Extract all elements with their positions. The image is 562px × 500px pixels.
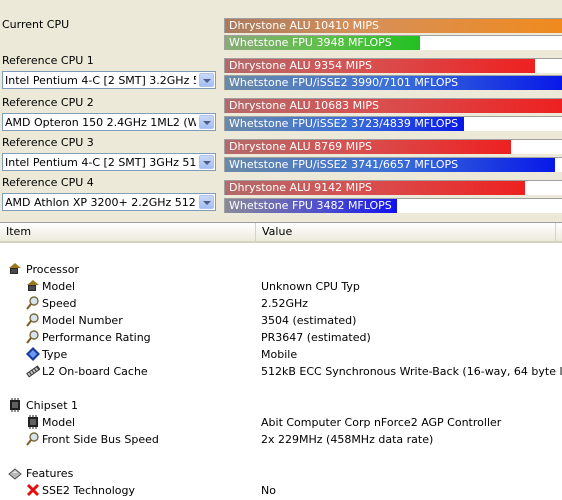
current-alu-bar: Dhrystone ALU 10410 MIPS [224,18,562,33]
ref1-fpu-bar: Whetstone FPU/iSSE2 3990/7101 MFLOPS [224,75,562,90]
dropdown-button[interactable] [199,73,214,87]
ref3-fpu-bar: Whetstone FPU/iSSE2 3741/6657 MFLOPS [224,157,562,172]
bar-label: Dhrystone ALU 9354 MIPS [229,59,372,72]
group-features[interactable]: Features [0,465,562,482]
bar-label: Dhrystone ALU 10683 MIPS [229,99,379,112]
bar-label: Whetstone FPU/iSSE2 3741/6657 MFLOPS [229,158,459,171]
item-name: Type [42,348,68,361]
bar-label: Whetstone FPU/iSSE2 3723/4839 MFLOPS [229,117,459,130]
select-value: AMD Opteron 150 2.4GHz 1ML2 (Win32 [5,116,196,129]
magnifier-icon [26,313,40,327]
select-value: Intel Pentium 4-C [2 SMT] 3.2GHz 512L2 ( [5,74,196,87]
ref4-fpu-bar: Whetstone FPU 3482 MFLOPS [224,198,562,213]
red-x-icon [26,483,40,497]
reference-cpu-3-label: Reference CPU 3 [2,136,94,149]
group-title: Processor [26,263,79,276]
table-row[interactable]: Speed 2.52GHz [0,295,562,312]
ref4-alu-bar: Dhrystone ALU 9142 MIPS [224,180,562,195]
chevron-down-icon [203,121,211,125]
select-value: AMD Athlon XP 3200+ 2.2GHz 512L2 (W [5,196,196,209]
table-row[interactable]: Performance Rating PR3647 (estimated) [0,329,562,346]
table-row[interactable]: Model Unknown CPU Typ [0,278,562,295]
bar-label: Whetstone FPU 3482 MFLOPS [229,199,392,212]
group-processor[interactable]: Processor [0,261,562,278]
item-name: Model Number [42,314,123,327]
magnifier-icon [26,296,40,310]
select-value: Intel Pentium 4-C [2 SMT] 3GHz 512L2 (W [5,156,196,169]
item-name: Front Side Bus Speed [42,433,159,446]
magnifier-icon [26,330,40,344]
current-cpu-label: Current CPU [2,18,70,31]
magnifier-icon [26,432,40,446]
ref2-fpu-bar: Whetstone FPU/iSSE2 3723/4839 MFLOPS [224,116,562,131]
item-value: PR3647 (estimated) [261,331,371,344]
reference-cpu-4-label: Reference CPU 4 [2,176,94,189]
memory-module-icon [26,364,41,378]
item-name: Performance Rating [42,331,151,344]
reference-cpu-3-select[interactable]: Intel Pentium 4-C [2 SMT] 3GHz 512L2 (W [2,153,216,171]
reference-cpu-1-select[interactable]: Intel Pentium 4-C [2 SMT] 3.2GHz 512L2 ( [2,71,216,89]
item-name: Speed [42,297,77,310]
column-header-value[interactable]: Value [256,223,556,241]
table-row[interactable]: Model Number 3504 (estimated) [0,312,562,329]
item-value: 512kB ECC Synchronous Write-Back (16-way… [261,365,562,378]
dropdown-button[interactable] [199,115,214,129]
item-value: 2x 229MHz (458MHz data rate) [261,433,434,446]
cpu-chip-icon [8,262,22,276]
cpu-chip-icon [26,279,40,293]
reference-cpu-4-select[interactable]: AMD Athlon XP 3200+ 2.2GHz 512L2 (W [2,193,216,211]
chipset-icon [26,415,40,429]
group-chipset[interactable]: Chipset 1 [0,397,562,414]
info-diamond-icon [26,347,40,361]
reference-cpu-2-select[interactable]: AMD Opteron 150 2.4GHz 1ML2 (Win32 [2,113,216,131]
reference-cpu-2-label: Reference CPU 2 [2,96,94,109]
table-row[interactable]: Front Side Bus Speed 2x 229MHz (458MHz d… [0,431,562,448]
bar-label: Dhrystone ALU 10410 MIPS [229,19,379,32]
results-list[interactable]: Item Value Processor Model Unknown CPU T… [0,222,562,500]
dropdown-button[interactable] [199,155,214,169]
item-value: No [261,484,276,497]
dropdown-button[interactable] [199,195,214,209]
item-name: Model [42,280,76,293]
features-icon [8,466,22,480]
table-row[interactable]: L2 On-board Cache 512kB ECC Synchronous … [0,363,562,380]
group-title: Features [26,467,74,480]
bar-label: Dhrystone ALU 8769 MIPS [229,140,372,153]
bar-label: Whetstone FPU 3948 MFLOPS [229,36,392,49]
table-row[interactable]: Model Abit Computer Corp nForce2 AGP Con… [0,414,562,431]
column-header-item[interactable]: Item [0,223,256,241]
chevron-down-icon [203,161,211,165]
current-fpu-bar: Whetstone FPU 3948 MFLOPS [224,35,562,50]
item-name: Model [42,416,76,429]
chipset-icon [8,398,22,412]
bar-label: Whetstone FPU/iSSE2 3990/7101 MFLOPS [229,76,459,89]
item-value: 2.52GHz [261,297,309,310]
item-value: 3504 (estimated) [261,314,357,327]
chevron-down-icon [203,79,211,83]
item-value: Unknown CPU Typ [261,280,360,293]
benchmark-panel: Current CPU Dhrystone ALU 10410 MIPS Whe… [0,0,562,222]
item-value: Abit Computer Corp nForce2 AGP Controlle… [261,416,502,429]
bar-label: Dhrystone ALU 9142 MIPS [229,181,372,194]
reference-cpu-1-label: Reference CPU 1 [2,54,94,67]
group-title: Chipset 1 [26,399,78,412]
table-row[interactable]: Type Mobile [0,346,562,363]
ref2-alu-bar: Dhrystone ALU 10683 MIPS [224,98,562,113]
item-name: L2 On-board Cache [42,365,148,378]
item-name: SSE2 Technology [42,484,136,497]
table-row[interactable]: SSE2 Technology No [0,482,562,499]
ref3-alu-bar: Dhrystone ALU 8769 MIPS [224,139,562,154]
item-value: Mobile [261,348,298,361]
list-header: Item Value [0,223,562,243]
ref1-alu-bar: Dhrystone ALU 9354 MIPS [224,58,562,73]
chevron-down-icon [203,201,211,205]
